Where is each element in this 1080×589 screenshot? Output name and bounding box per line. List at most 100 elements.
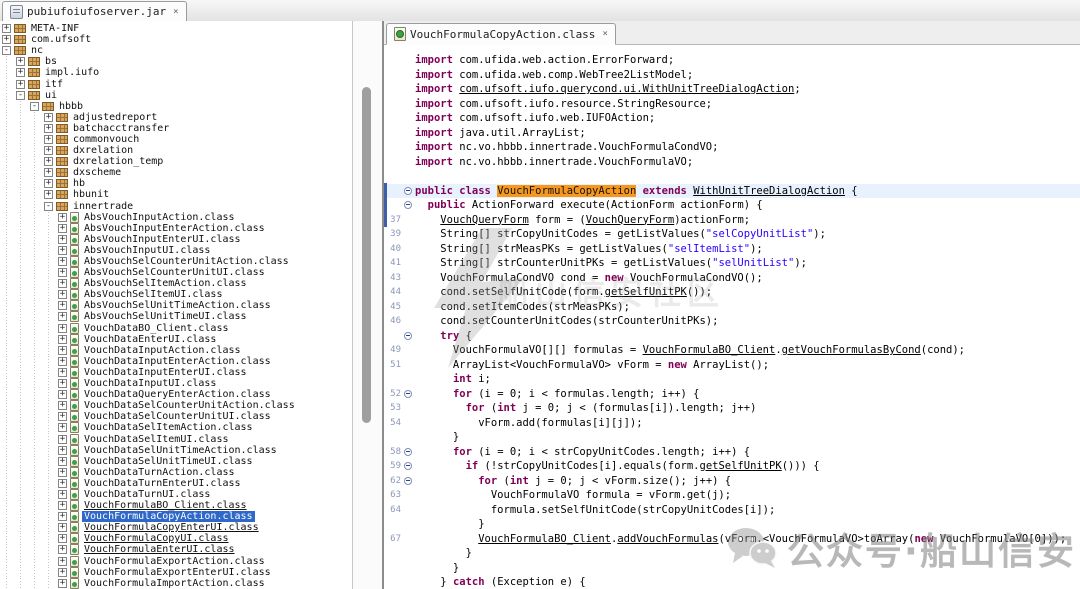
code-line[interactable]: }	[384, 430, 1080, 445]
tree-item-VouchFormulaCopyAction.class[interactable]: +VouchFormulaCopyAction.class	[0, 511, 352, 522]
code-line[interactable]: import com.ufsoft.iufo.querycond.ui.With…	[384, 82, 1080, 97]
expand-toggle-icon[interactable]: +	[58, 368, 67, 377]
tree-item-hbbb[interactable]: -hbbb	[0, 101, 352, 112]
tree-item-VouchDataSelUnitTimeAction.class[interactable]: +VouchDataSelUnitTimeAction.class	[0, 445, 352, 456]
expand-toggle-icon[interactable]: +	[58, 390, 67, 399]
expand-toggle-icon[interactable]: +	[44, 190, 53, 199]
expand-toggle-icon[interactable]: +	[16, 80, 25, 89]
expand-toggle-icon[interactable]: +	[58, 213, 67, 222]
code-line[interactable]: 54 vForm.add(formulas[i][j]);	[384, 416, 1080, 431]
code-line[interactable]: 64 formula.setSelfUnitCode(strCopyUnitCo…	[384, 503, 1080, 518]
tree-item-batchacctransfer[interactable]: +batchacctransfer	[0, 123, 352, 134]
close-icon[interactable]: ×	[602, 29, 607, 39]
code-line[interactable]: 40 String[] strMeasPKs = getListValues("…	[384, 242, 1080, 257]
collapse-toggle-icon[interactable]: -	[44, 202, 53, 211]
fold-collapse-icon[interactable]	[401, 329, 415, 344]
expand-toggle-icon[interactable]: +	[58, 235, 67, 244]
code-line[interactable]: 51 ArrayList<VouchFormulaVO> vForm = new…	[384, 358, 1080, 373]
code-line[interactable]: 59 if (!strCopyUnitCodes[i].equals(form.…	[384, 459, 1080, 474]
tree-item-itf[interactable]: +itf	[0, 78, 352, 89]
tree-item-AbsVouchInputAction.class[interactable]: +AbsVouchInputAction.class	[0, 212, 352, 223]
code-line[interactable]: import com.ufida.web.comp.WebTree2ListMo…	[384, 68, 1080, 83]
code-line[interactable]: 46 cond.setCounterUnitCodes(strCounterUn…	[384, 314, 1080, 329]
expand-toggle-icon[interactable]: +	[44, 157, 53, 166]
expand-toggle-icon[interactable]: +	[58, 224, 67, 233]
code-line[interactable]: 49 VouchFormulaVO[][] formulas = VouchFo…	[384, 343, 1080, 358]
tree-item-VouchDataSelItemUI.class[interactable]: +VouchDataSelItemUI.class	[0, 433, 352, 444]
code-line[interactable]: public ActionForward execute(ActionForm …	[384, 198, 1080, 213]
code-line[interactable]: }	[384, 546, 1080, 561]
tree-item-hb[interactable]: +hb	[0, 178, 352, 189]
expand-toggle-icon[interactable]: +	[58, 446, 67, 455]
code-line[interactable]: 63 VouchFormulaVO formula = vForm.get(j)…	[384, 488, 1080, 503]
tree-item-com.ufsoft[interactable]: +com.ufsoft	[0, 34, 352, 45]
expand-toggle-icon[interactable]: +	[58, 457, 67, 466]
tree-item-VouchFormulaCopyUI.class[interactable]: +VouchFormulaCopyUI.class	[0, 533, 352, 544]
expand-toggle-icon[interactable]: +	[44, 146, 53, 155]
tree-item-AbsVouchSelUnitTimeAction.class[interactable]: +AbsVouchSelUnitTimeAction.class	[0, 300, 352, 311]
expand-toggle-icon[interactable]: +	[58, 568, 67, 577]
tree-item-VouchFormulaEnterUI.class[interactable]: +VouchFormulaEnterUI.class	[0, 544, 352, 555]
tree-item-adjustedreport[interactable]: +adjustedreport	[0, 112, 352, 123]
tree-item-nc[interactable]: -nc	[0, 45, 352, 56]
code-line[interactable]: 39 String[] strCopyUnitCodes = getListVa…	[384, 227, 1080, 242]
expand-toggle-icon[interactable]: +	[58, 401, 67, 410]
code-line[interactable]: }	[384, 561, 1080, 576]
fold-collapse-icon[interactable]	[401, 184, 415, 199]
tree-item-VouchFormulaExportEnterUI.class[interactable]: +VouchFormulaExportEnterUI.class	[0, 567, 352, 578]
code-line[interactable]: import nc.vo.hbbb.innertrade.VouchFormul…	[384, 140, 1080, 155]
tree-item-VouchFormulaExportAction.class[interactable]: +VouchFormulaExportAction.class	[0, 556, 352, 567]
expand-toggle-icon[interactable]: +	[44, 113, 53, 122]
expand-toggle-icon[interactable]: +	[58, 312, 67, 321]
collapse-toggle-icon[interactable]: -	[16, 91, 25, 100]
code-line[interactable]: import com.ufsoft.iufo.resource.StringRe…	[384, 97, 1080, 112]
expand-toggle-icon[interactable]: +	[58, 579, 67, 588]
code-line[interactable]	[384, 169, 1080, 184]
code-line[interactable]: import com.ufsoft.iufo.web.IUFOAction;	[384, 111, 1080, 126]
tree-item-bs[interactable]: +bs	[0, 56, 352, 67]
collapse-toggle-icon[interactable]: -	[30, 102, 39, 111]
code-line[interactable]: 67 VouchFormulaBO_Client.addVouchFormula…	[384, 532, 1080, 547]
code-line[interactable]: import java.util.ArrayList;	[384, 126, 1080, 141]
code-line[interactable]: 52 for (i = 0; i < formulas.length; i++)…	[384, 387, 1080, 402]
code-line[interactable]: 44 cond.setSelfUnitCode(form.getSelfUnit…	[384, 285, 1080, 300]
code-line[interactable]: 58 for (i = 0; i < strCopyUnitCodes.leng…	[384, 445, 1080, 460]
tree-item-hbunit[interactable]: +hbunit	[0, 189, 352, 200]
tree-item-VouchDataTurnUI.class[interactable]: +VouchDataTurnUI.class	[0, 489, 352, 500]
expand-toggle-icon[interactable]: +	[58, 468, 67, 477]
tree-item-VouchFormulaImportAction.class[interactable]: +VouchFormulaImportAction.class	[0, 578, 352, 589]
expand-toggle-icon[interactable]: +	[44, 124, 53, 133]
tree-item-VouchDataSelCounterUnitUI.class[interactable]: +VouchDataSelCounterUnitUI.class	[0, 411, 352, 422]
expand-toggle-icon[interactable]: +	[2, 35, 11, 44]
tree-item-impl.iufo[interactable]: +impl.iufo	[0, 67, 352, 78]
code-line[interactable]: 62 for (int j = 0; j < vForm.size(); j++…	[384, 474, 1080, 489]
tree-item-ui[interactable]: -ui	[0, 90, 352, 101]
tree-item-AbsVouchSelUnitTimeUI.class[interactable]: +AbsVouchSelUnitTimeUI.class	[0, 311, 352, 322]
fold-collapse-icon[interactable]	[401, 459, 415, 474]
expand-toggle-icon[interactable]: +	[16, 57, 25, 66]
close-icon[interactable]: ×	[173, 7, 178, 17]
code-line[interactable]: 53 for (int j = 0; j < (formulas[i]).len…	[384, 401, 1080, 416]
tab-jar-file[interactable]: pubiufoiufoserver.jar ×	[2, 1, 187, 22]
expand-toggle-icon[interactable]: +	[16, 68, 25, 77]
expand-toggle-icon[interactable]: +	[58, 490, 67, 499]
expand-toggle-icon[interactable]: +	[58, 257, 67, 266]
code-line[interactable]: try {	[384, 329, 1080, 344]
tree-scrollbar-thumb[interactable]	[362, 87, 371, 423]
tree-item-AbsVouchSelCounterUnitAction.class[interactable]: +AbsVouchSelCounterUnitAction.class	[0, 256, 352, 267]
tree-item-VouchDataInputEnterUI.class[interactable]: +VouchDataInputEnterUI.class	[0, 367, 352, 378]
tree-item-VouchDataTurnEnterUI.class[interactable]: +VouchDataTurnEnterUI.class	[0, 478, 352, 489]
tree-item-VouchDataQueryEnterAction.class[interactable]: +VouchDataQueryEnterAction.class	[0, 389, 352, 400]
tree-item-VouchDataEnterUI.class[interactable]: +VouchDataEnterUI.class	[0, 334, 352, 345]
code-line[interactable]: int i;	[384, 372, 1080, 387]
tree-item-AbsVouchInputEnterUI.class[interactable]: +AbsVouchInputEnterUI.class	[0, 234, 352, 245]
tree-item-dxrelation_temp[interactable]: +dxrelation_temp	[0, 156, 352, 167]
expand-toggle-icon[interactable]: +	[58, 557, 67, 566]
fold-collapse-icon[interactable]	[401, 198, 415, 213]
code-line[interactable]: import nc.vo.hbbb.innertrade.VouchFormul…	[384, 155, 1080, 170]
expand-toggle-icon[interactable]: +	[58, 545, 67, 554]
code-line[interactable]: import com.ufida.web.action.ErrorForward…	[384, 53, 1080, 68]
tree-item-AbsVouchSelCounterUnitUI.class[interactable]: +AbsVouchSelCounterUnitUI.class	[0, 267, 352, 278]
tree-scrollbar[interactable]	[353, 21, 382, 589]
code-line[interactable]: }	[384, 517, 1080, 532]
